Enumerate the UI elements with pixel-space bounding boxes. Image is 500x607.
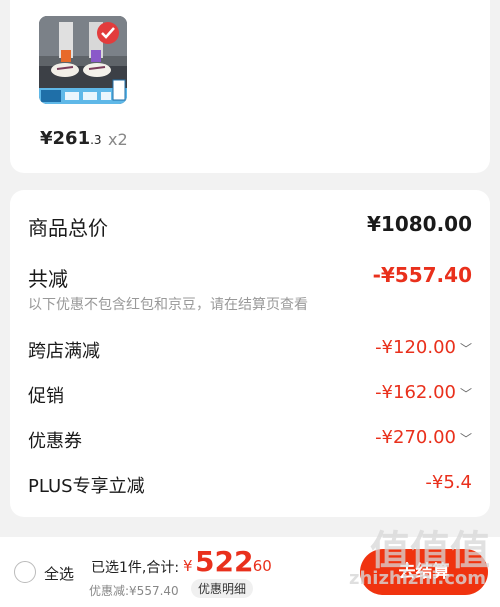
- total-value: ¥1080.00: [366, 212, 472, 236]
- reduce-label: 共减: [28, 267, 68, 291]
- total-currency: ¥: [183, 557, 193, 575]
- product-price: ¥261.3: [40, 128, 102, 149]
- promotion-value: -¥162.00: [375, 382, 456, 403]
- select-all-label[interactable]: 全选: [44, 563, 74, 584]
- total-label: 商品总价: [28, 216, 108, 240]
- product-thumbnail[interactable]: [39, 16, 127, 104]
- plus-label: PLUS专享立减: [28, 476, 145, 497]
- price-integer: ¥261: [40, 128, 91, 149]
- discount-note: 以下优惠不包含红包和京豆，请在结算页查看: [28, 297, 308, 313]
- product-image: [39, 16, 127, 104]
- reduce-value: -¥557.40: [372, 263, 472, 287]
- plus-value: -¥5.4: [425, 472, 472, 493]
- chevron-down-icon[interactable]: ﹀: [460, 385, 472, 402]
- cross-store-value: -¥120.00: [375, 337, 456, 358]
- chevron-down-icon[interactable]: ﹀: [460, 340, 472, 357]
- chevron-down-icon[interactable]: ﹀: [460, 430, 472, 447]
- price-decimal: .3: [90, 133, 102, 147]
- total-integer: 522: [195, 545, 254, 578]
- coupon-value: -¥270.00: [375, 427, 456, 448]
- selected-info: 已选1件,合计:: [91, 560, 180, 576]
- coupon-label: 优惠券: [28, 431, 82, 452]
- saving-amount: 优惠减:¥557.40: [89, 584, 179, 598]
- promotion-label: 促销: [28, 386, 64, 407]
- product-quantity: x2: [108, 130, 128, 149]
- price-summary-card: 商品总价 ¥1080.00 共减 -¥557.40 以下优惠不包含红包和京豆，请…: [10, 190, 490, 517]
- cross-store-label: 跨店满减: [28, 341, 100, 362]
- discount-detail-button[interactable]: 优惠明细: [191, 579, 254, 598]
- checkout-bar: 全选 已选1件,合计: ¥ 522 .60 优惠减:¥557.40 优惠明细 去…: [0, 537, 500, 607]
- select-all-radio[interactable]: [14, 561, 36, 583]
- checkout-button[interactable]: 去结算: [360, 549, 488, 595]
- total-decimal: .60: [248, 557, 272, 575]
- product-card: ¥261.3 x2: [10, 0, 490, 173]
